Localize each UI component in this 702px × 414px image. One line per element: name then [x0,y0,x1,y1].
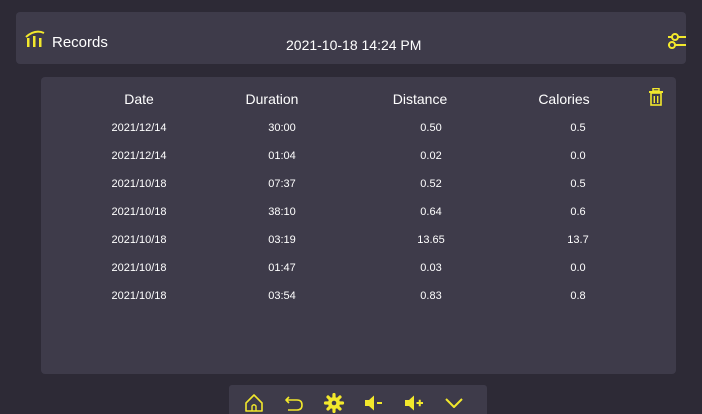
cell-distance: 0.02 [420,150,442,162]
cell-date: 2021/10/18 [111,262,167,274]
cell-calories: 0.0 [570,150,586,162]
cell-date: 2021/12/14 [111,122,167,134]
column-header-calories: Calories [538,91,590,107]
cell-date: 2021/10/18 [111,234,167,246]
cell-calories: 0.8 [570,290,586,302]
cell-distance: 13.65 [417,234,445,246]
cell-calories: 0.5 [570,122,586,134]
column-header-distance: Distance [392,91,448,107]
cell-date: 2021/10/18 [111,178,167,190]
cell-distance: 0.52 [420,178,442,190]
trash-icon[interactable] [648,88,664,106]
column-header-duration: Duration [245,91,299,107]
column-header-date: Date [124,91,154,107]
cell-date: 2021/12/14 [111,150,167,162]
volume-up-icon[interactable] [403,393,425,413]
cell-calories: 0.5 [570,178,586,190]
bar-chart-icon [25,30,45,47]
cell-date: 2021/10/18 [111,206,167,218]
header-bar: Records 2021-10-18 14:24 PM [16,12,686,64]
cell-duration: 30:00 [268,122,296,134]
cell-duration: 03:54 [268,290,296,302]
cell-duration: 01:04 [268,150,296,162]
cell-duration: 38:10 [268,206,296,218]
cell-duration: 03:19 [268,234,296,246]
gear-icon[interactable] [323,393,345,413]
cell-distance: 0.64 [420,206,442,218]
sliders-icon[interactable] [666,30,688,52]
home-icon[interactable] [243,393,265,413]
cell-calories: 0.0 [570,262,586,274]
cell-date: 2021/10/18 [111,290,167,302]
volume-down-icon[interactable] [363,393,385,413]
cell-calories: 13.7 [567,234,589,246]
cell-distance: 0.83 [420,290,442,302]
cell-distance: 0.50 [420,122,442,134]
back-icon[interactable] [283,393,305,413]
page-title: Records [52,34,108,51]
cell-duration: 01:47 [268,262,296,274]
cell-calories: 0.6 [570,206,586,218]
bottom-toolbar [229,385,487,414]
cell-distance: 0.03 [420,262,442,274]
datetime-display: 2021-10-18 14:24 PM [286,37,422,53]
cell-duration: 07:37 [268,178,296,190]
chevron-down-icon[interactable] [443,393,465,413]
